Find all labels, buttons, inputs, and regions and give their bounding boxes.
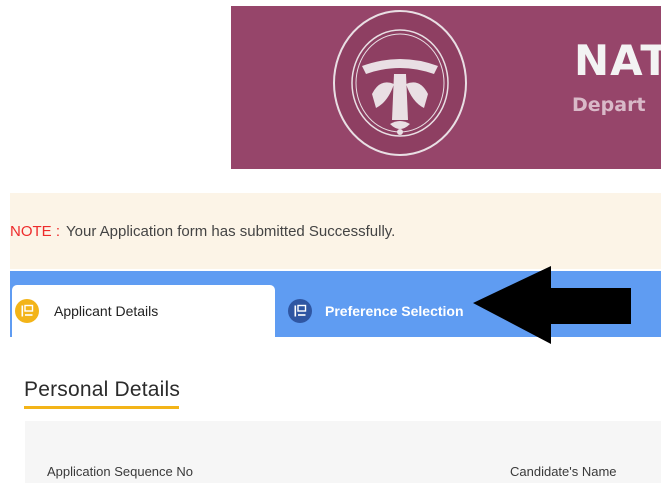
- banner-title: NAT: [574, 36, 661, 85]
- form-icon: [288, 299, 312, 323]
- tab-label: Applicant Details: [54, 303, 159, 319]
- candidate-name-label: Candidate's Name: [510, 464, 617, 479]
- tab-label: Preference Selection: [325, 303, 464, 319]
- success-notice: NOTE : Your Application form has submitte…: [10, 193, 661, 269]
- notice-text: NOTE : Your Application form has submitte…: [10, 223, 395, 240]
- banner-subtitle: Depart: [572, 94, 646, 116]
- section-underline: [24, 406, 179, 409]
- header-banner: NAT Depart: [231, 6, 661, 169]
- tab-applicant-details[interactable]: Applicant Details: [12, 285, 275, 337]
- notice-message: Your Application form has submitted Succ…: [66, 223, 396, 240]
- up-government-emblem-icon: [333, 10, 467, 156]
- notice-label: NOTE :: [10, 223, 61, 240]
- section-title: Personal Details: [24, 378, 181, 401]
- form-icon: [15, 299, 39, 323]
- application-sequence-label: Application Sequence No: [47, 464, 193, 479]
- personal-details-panel: Application Sequence No Candidate's Name: [25, 421, 661, 483]
- tab-preference-selection[interactable]: Preference Selection: [288, 285, 464, 337]
- black-arrow-annotation-icon: [473, 266, 631, 344]
